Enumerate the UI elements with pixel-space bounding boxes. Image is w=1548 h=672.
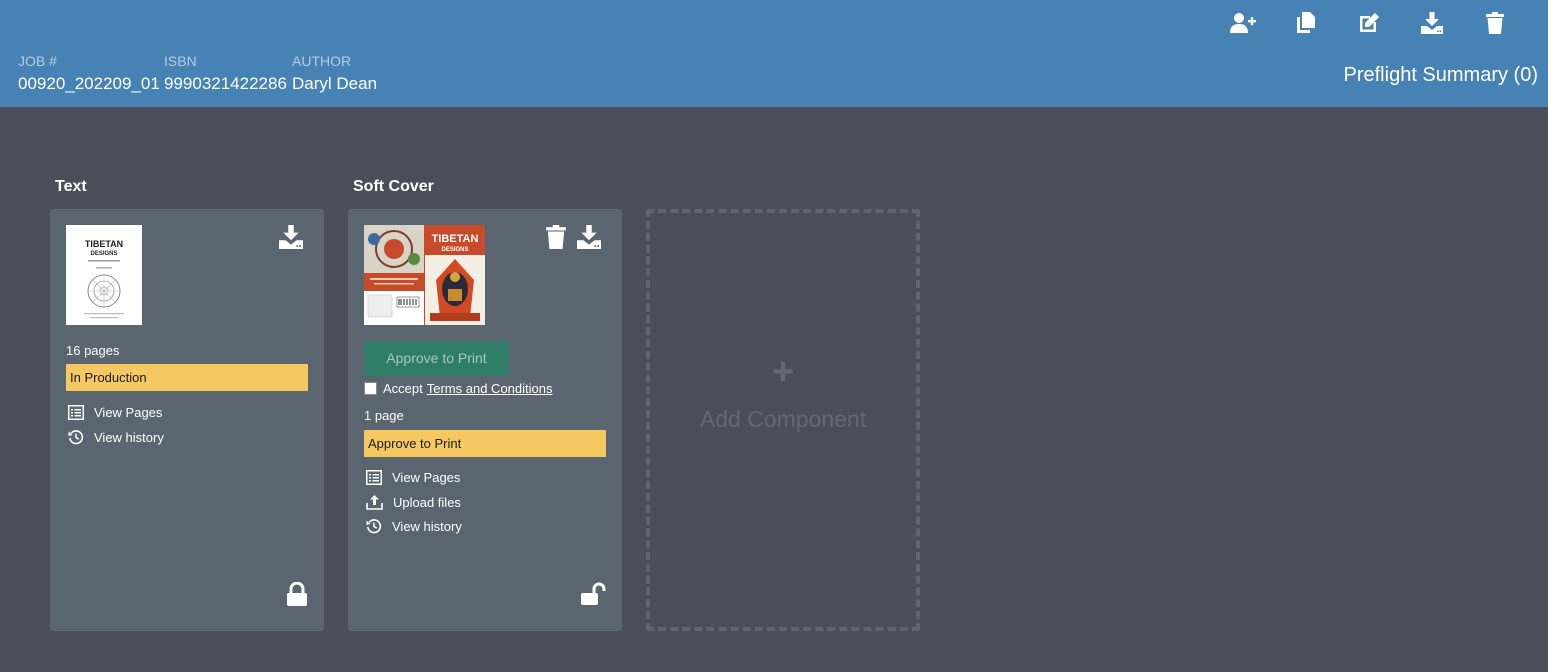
add-component-label: Add Component bbox=[699, 406, 867, 432]
view-history-label: View history bbox=[94, 429, 164, 445]
add-component-card[interactable]: + Add Component bbox=[646, 209, 920, 631]
softcover-thumb-title-2: DESIGNS bbox=[441, 247, 468, 253]
text-thumbnail[interactable]: TIBETAN DESIGNS bbox=[66, 225, 142, 325]
download-icon bbox=[1420, 12, 1443, 34]
preflight-summary-link[interactable]: Preflight Summary (0) bbox=[1344, 64, 1539, 87]
view-pages-label: View Pages bbox=[94, 405, 163, 420]
edit-icon bbox=[1359, 13, 1379, 32]
download-icon bbox=[577, 225, 601, 249]
text-status-badge: In Production bbox=[66, 364, 308, 391]
softcover-cover-image: TIBETAN DESIGNS bbox=[364, 225, 485, 325]
list-icon bbox=[366, 470, 382, 485]
job-number-label: JOB # bbox=[18, 53, 57, 69]
accept-label: Accept bbox=[383, 381, 423, 396]
add-user-button[interactable] bbox=[1211, 10, 1274, 36]
author-field: AUTHOR Daryl Dean bbox=[292, 53, 377, 94]
approve-to-print-button[interactable]: Approve to Print bbox=[364, 341, 509, 376]
thumb-title-line-1: TIBETAN bbox=[85, 239, 123, 249]
job-number-value: 00920_202209_01 bbox=[18, 74, 160, 93]
softcover-lock-toggle[interactable] bbox=[580, 582, 606, 611]
softcover-thumb-title-1: TIBETAN bbox=[432, 233, 479, 245]
job-number-field: JOB # 00920_202209_01 bbox=[18, 53, 160, 94]
softcover-status-badge: Approve to Print bbox=[364, 430, 606, 457]
trash-icon bbox=[1485, 12, 1504, 34]
isbn-field: ISBN 9990321422286 bbox=[164, 53, 287, 94]
author-value: Daryl Dean bbox=[292, 74, 378, 93]
text-download-button[interactable] bbox=[279, 225, 303, 254]
trash-icon bbox=[546, 225, 566, 249]
softcover-component-title: Soft Cover bbox=[353, 178, 434, 195]
isbn-value: 9990321422286 bbox=[164, 74, 287, 93]
accept-terms-checkbox[interactable] bbox=[364, 382, 377, 395]
upload-files-label: Upload files bbox=[393, 494, 461, 510]
softcover-delete-button[interactable] bbox=[546, 225, 566, 254]
softcover-upload-files-link[interactable]: Upload files bbox=[366, 494, 461, 510]
thumb-title-line-2: DESIGNS bbox=[90, 251, 117, 257]
download-all-button[interactable] bbox=[1400, 10, 1463, 36]
softcover-view-pages-link[interactable]: View Pages bbox=[366, 470, 460, 485]
lock-icon bbox=[287, 581, 307, 606]
text-component-title: Text bbox=[55, 178, 87, 195]
unlock-icon bbox=[581, 582, 606, 605]
softcover-download-button[interactable] bbox=[577, 225, 601, 254]
download-icon bbox=[279, 225, 303, 249]
edit-button[interactable] bbox=[1337, 10, 1400, 36]
delete-job-button[interactable] bbox=[1463, 10, 1526, 36]
copy-button[interactable] bbox=[1274, 10, 1337, 36]
upload-icon bbox=[366, 495, 383, 510]
text-page-count: 16 pages bbox=[66, 343, 120, 358]
text-cover-image: TIBETAN DESIGNS bbox=[66, 225, 142, 325]
job-header: JOB # 00920_202209_01 ISBN 9990321422286… bbox=[0, 0, 1548, 107]
text-lock-toggle[interactable] bbox=[286, 581, 308, 611]
accept-terms-row: Accept Terms and Conditions bbox=[364, 381, 552, 396]
view-history-label: View history bbox=[392, 518, 462, 534]
text-view-pages-link[interactable]: View Pages bbox=[68, 405, 162, 420]
softcover-component-card: TIBETAN DESIGNS Approve to Print Accept … bbox=[348, 209, 622, 631]
plus-icon: + bbox=[771, 351, 795, 393]
history-icon bbox=[366, 519, 382, 534]
isbn-label: ISBN bbox=[164, 53, 197, 69]
softcover-thumbnail[interactable]: TIBETAN DESIGNS bbox=[364, 225, 485, 325]
list-icon bbox=[68, 405, 84, 420]
softcover-page-count: 1 page bbox=[364, 408, 404, 423]
add-user-icon bbox=[1229, 13, 1256, 33]
text-component-card: TIBETAN DESIGNS 16 pages In Production V… bbox=[50, 209, 324, 631]
copy-icon bbox=[1296, 12, 1315, 33]
author-label: AUTHOR bbox=[292, 53, 352, 69]
history-icon bbox=[68, 430, 84, 445]
terms-and-conditions-link[interactable]: Terms and Conditions bbox=[427, 381, 553, 396]
view-pages-label: View Pages bbox=[392, 470, 461, 485]
header-toolbar bbox=[1211, 10, 1526, 36]
softcover-view-history-link[interactable]: View history bbox=[366, 518, 462, 534]
text-view-history-link[interactable]: View history bbox=[68, 429, 164, 445]
